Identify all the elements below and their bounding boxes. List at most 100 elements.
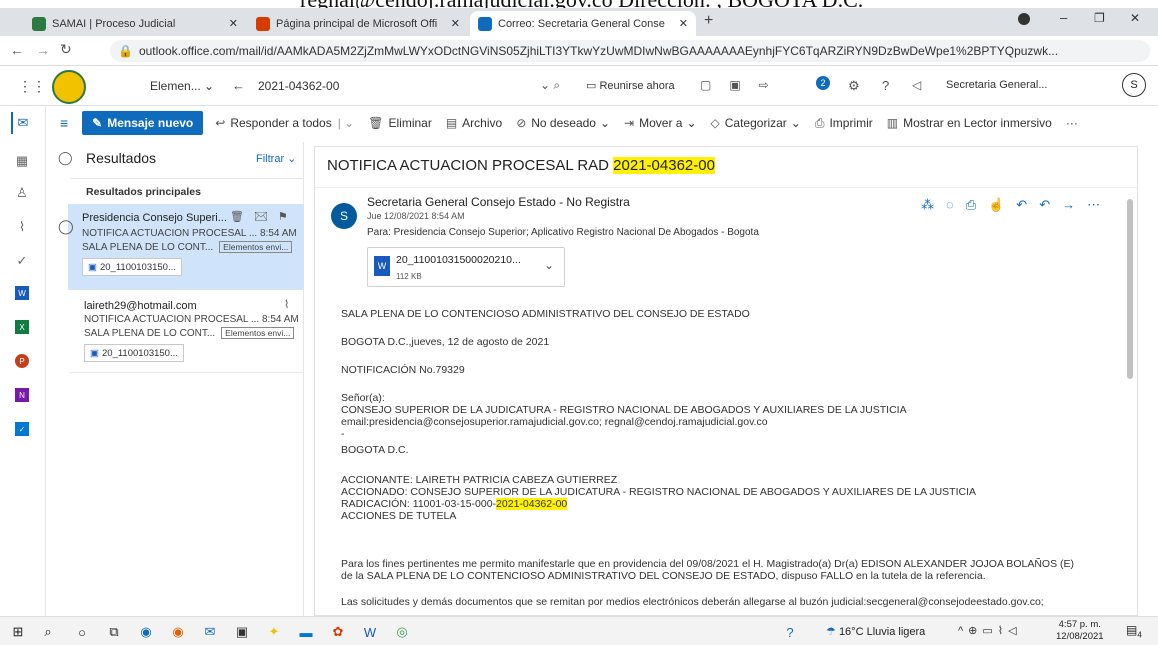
store-icon[interactable]: ▣ (232, 622, 252, 642)
tray-icons[interactable]: ^⊕▭⌇◁ (958, 624, 1022, 637)
mail-app-icon[interactable]: ✉ (200, 622, 220, 642)
new-tab-icon[interactable]: + (704, 12, 713, 30)
word-taskbar-icon[interactable]: W (360, 622, 380, 642)
forward-icon[interactable]: → (36, 42, 50, 58)
settings-icon[interactable]: ⚙ (848, 78, 860, 94)
firefox-icon[interactable]: ◉ (168, 622, 188, 642)
edge-icon[interactable]: ◉ (136, 622, 156, 642)
clock[interactable]: 4:57 p. m. 12/08/2021 (1056, 619, 1104, 643)
close-icon[interactable]: ✕ (673, 17, 688, 30)
samai-icon (32, 16, 46, 31)
attachment-chip[interactable]: ▣ 20_1100103150... (84, 344, 184, 362)
more-icon[interactable]: ··· (1066, 116, 1078, 130)
todo-app-icon[interactable]: ✓ (15, 422, 29, 436)
avatar[interactable]: S (1122, 73, 1146, 97)
immersive-reader-button[interactable]: ▥ Mostrar en Lector inmersivo (887, 116, 1052, 130)
reload-icon[interactable]: ↻ (60, 41, 72, 58)
feedback-icon[interactable]: ◁ (912, 78, 921, 92)
close-icon[interactable]: ✕ (223, 17, 238, 30)
back-icon[interactable]: ← (10, 42, 24, 58)
tab-office[interactable]: Página principal de Microsoft Offi ✕ (248, 11, 468, 36)
select-circle-icon[interactable]: ◯ (58, 218, 74, 235)
filter-button[interactable]: Filtrar ⌄ (256, 152, 296, 165)
message-subject: NOTIFICA ACTUACION PROCESAL RAD 2021-043… (327, 157, 715, 174)
lock-icon: 🔒 (118, 44, 133, 58)
minimize-icon[interactable]: – (1060, 10, 1067, 25)
notification-center-icon[interactable]: ▤4 (1126, 623, 1142, 639)
mail-icon[interactable]: ✉ (11, 112, 33, 134)
snip-icon[interactable]: ✦ (264, 622, 284, 642)
delete-button[interactable]: 🗑 Eliminar (368, 116, 432, 130)
cortana-icon[interactable]: ○ (72, 622, 92, 642)
categorize-button[interactable]: ◇ Categorizar ⌄ (711, 116, 801, 130)
new-message-button[interactable]: ✎ Mensaje nuevo (82, 111, 204, 135)
help-tray-icon[interactable]: ? (780, 622, 800, 642)
window-close-icon[interactable]: ✕ (1130, 11, 1140, 25)
maximize-icon[interactable]: ❐ (1094, 11, 1105, 25)
task-view-icon[interactable]: ⧉ (104, 622, 124, 642)
search-input[interactable]: 2021-04362-00 (258, 79, 339, 93)
account-name[interactable]: Secretaria General... (946, 79, 1048, 91)
help-icon[interactable]: ? (882, 78, 889, 93)
move-to-button[interactable]: ⇥ Mover a ⌄ (624, 116, 696, 130)
meet-now-button[interactable]: ▭ Reunirse ahora (586, 79, 675, 92)
back-arrow-icon[interactable]: ← (232, 78, 245, 93)
message-date: Jue 12/08/2021 8:54 AM (367, 211, 465, 221)
attachment-chip[interactable]: ▣ 20_1100103150... (82, 258, 182, 276)
powerpoint-icon[interactable]: P (15, 354, 29, 368)
compose-icon: ✎ (92, 116, 103, 130)
word-file-icon: W (374, 256, 390, 276)
attachment-icon: ⌇ (284, 299, 290, 311)
office-icon (256, 16, 270, 31)
reply-all-button[interactable]: ↩ Responder a todos | ⌄ (215, 116, 354, 130)
list-item[interactable]: ◯ Presidencia Consejo Superi... 🗑✉⚑ NOTI… (58, 204, 304, 290)
chevron-down-icon[interactable]: ⌄ (544, 258, 554, 272)
profile-dot-icon[interactable] (1018, 13, 1030, 25)
junk-button[interactable]: ⊘ No deseado ⌄ (516, 116, 610, 130)
print-button[interactable]: ⎙ Imprimir (815, 116, 873, 131)
org-logo (52, 70, 86, 104)
list-title: Resultados (86, 150, 157, 166)
list-item[interactable]: laireth29@hotmail.com ⌇ NOTIFICA ACTUACI… (70, 292, 304, 378)
search-icon[interactable]: ⌄ ⌕ (540, 78, 560, 93)
paint-icon[interactable]: ✿ (328, 622, 348, 642)
excel-icon[interactable]: X (15, 320, 29, 334)
calendar-icon[interactable]: ▦ (11, 150, 33, 172)
sender-avatar[interactable]: S (331, 203, 357, 229)
item-actions-icons[interactable]: 🗑✉⚑ (230, 210, 298, 223)
app-launcher-icon[interactable]: ⋮⋮ (18, 78, 46, 95)
file-explorer-icon[interactable]: ▬ (296, 622, 316, 642)
browser-tab-bar: SAMAI | Proceso Judicial ✕ Página princip… (0, 8, 1158, 36)
search-icon[interactable]: ⌕ (38, 622, 58, 642)
section-header: Resultados principales (86, 186, 201, 198)
sender-name[interactable]: Secretaria General Consejo Estado - No R… (367, 195, 630, 209)
attachment-card[interactable]: W 20_11001031500020210... 112 KB ⌄ (367, 247, 565, 287)
header-action-icons[interactable]: ▢▣⇨ (700, 78, 787, 92)
archive-button[interactable]: ▤ Archivo (446, 116, 502, 130)
weather-widget[interactable]: ☂ 16°C Lluvia ligera (826, 625, 925, 638)
message-action-icons[interactable]: ⁂◌⎙☝↶↶→⋯ (921, 197, 1112, 213)
url-input[interactable]: 🔒 outlook.office.com/mail/id/AAMkADA5M2Zj… (110, 40, 1150, 62)
outlook-icon (478, 16, 492, 31)
reading-pane: NOTIFICA ACTUACION PROCESAL RAD 2021-043… (314, 146, 1138, 616)
folder-scope-dropdown[interactable]: Elemen... ⌄ (150, 79, 214, 93)
close-icon[interactable]: ✕ (445, 17, 460, 30)
todo-icon[interactable]: ✓ (11, 250, 33, 272)
start-icon[interactable]: ⊞ (8, 622, 28, 642)
menu-icon[interactable]: ≡ (60, 115, 68, 131)
word-icon[interactable]: W (15, 286, 29, 300)
select-all-icon[interactable]: ◯ (58, 150, 73, 166)
attachment-icon[interactable]: ⌇ (11, 216, 33, 238)
onenote-icon[interactable]: N (15, 388, 29, 402)
command-toolbar: ≡ ✎ Mensaje nuevo ↩ Responder a todos | ⌄ 🗑… (46, 106, 1158, 140)
address-bar-row: ← → ↻ 🔒 outlook.office.com/mail/id/AAMkAD… (0, 36, 1158, 66)
scrollbar[interactable] (1127, 199, 1133, 379)
tab-outlook[interactable]: Correo: Secretaria General Conse ✕ (470, 11, 696, 36)
recipients: Para: Presidencia Consejo Superior; Apli… (367, 227, 759, 238)
tab-samai[interactable]: SAMAI | Proceso Judicial ✕ (24, 11, 246, 36)
chrome-icon[interactable]: ◎ (392, 622, 412, 642)
notification-badge[interactable]: 2 (816, 76, 830, 90)
app-rail: ✉ ▦ ♙ ⌇ ✓ W X P N ✓ (0, 106, 46, 616)
people-icon[interactable]: ♙ (11, 182, 33, 204)
outlook-header: ⋮⋮ Elemen... ⌄ ← 2021-04362-00 ⌄ ⌕ ▭ Reu… (0, 66, 1158, 106)
